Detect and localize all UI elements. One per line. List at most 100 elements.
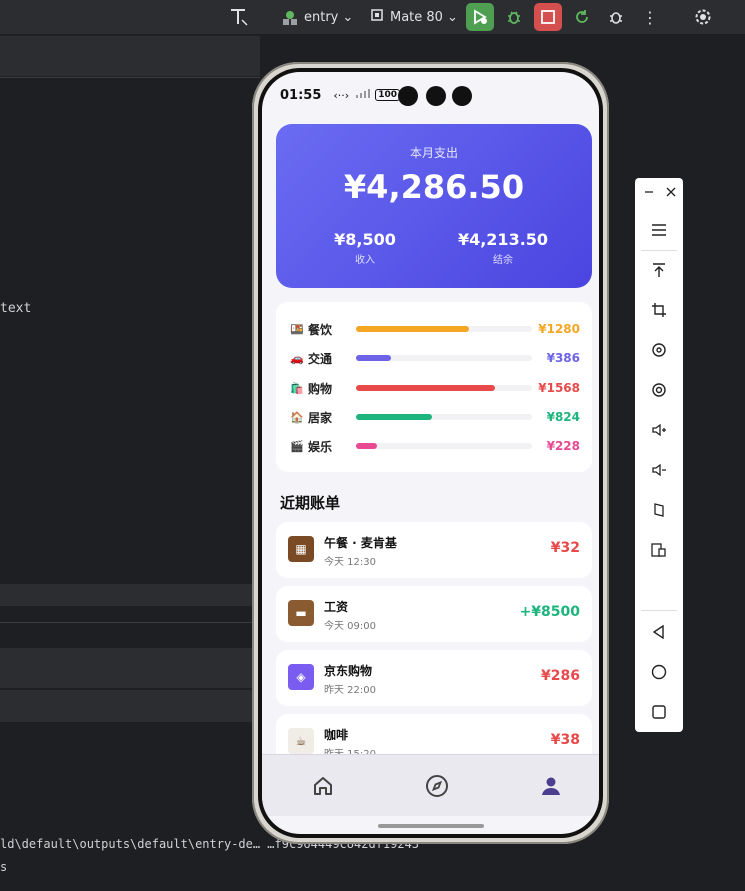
- stop-button[interactable]: [534, 3, 562, 31]
- category-name: 购物: [308, 381, 333, 396]
- house-icon: 🏠: [290, 410, 304, 424]
- bill-amount: ¥32: [550, 540, 580, 556]
- back-triangle-icon[interactable]: [647, 620, 671, 644]
- ide-toolbar: entry ⌄ Mate 80 ⌄ ⋮: [0, 0, 745, 34]
- shopping-bags-icon: ◈: [288, 664, 314, 690]
- bill-amount: +¥8500: [519, 604, 580, 620]
- multi-device-icon[interactable]: [647, 538, 671, 562]
- compass-icon: [426, 775, 448, 797]
- category-row[interactable]: 🎬 娱乐 ¥228: [290, 436, 580, 456]
- recents-square-icon[interactable]: [647, 700, 671, 724]
- rotate-right-icon[interactable]: [647, 378, 671, 402]
- menu-icon[interactable]: [647, 218, 671, 242]
- tab-home[interactable]: [310, 773, 336, 799]
- ide-panel-bar: [0, 584, 260, 606]
- settings-gear-icon[interactable]: [689, 3, 717, 31]
- bill-time: 今天 09:00: [324, 621, 376, 632]
- text-tool-icon[interactable]: [228, 0, 250, 34]
- category-row[interactable]: 🍱 餐饮 ¥1280: [290, 319, 580, 339]
- device-label: Mate 80: [390, 9, 443, 25]
- balance-value: ¥4,213.50: [457, 230, 549, 249]
- module-selector[interactable]: entry ⌄: [282, 0, 353, 34]
- home-indicator[interactable]: [378, 824, 484, 828]
- phone-bezel: 01:55 ‹··› 100 本月支出 ¥4,286.50 ¥8,500 收入 …: [258, 68, 603, 838]
- volume-up-icon[interactable]: [647, 418, 671, 442]
- category-progress-fill: [356, 414, 432, 420]
- bill-item[interactable]: ◈ 京东购物 昨天 22:00 ¥286: [276, 650, 592, 706]
- clapperboard-icon: 🎬: [290, 439, 304, 453]
- home-circle-icon[interactable]: [647, 660, 671, 684]
- phone-emulator-frame: 01:55 ‹··› 100 本月支出 ¥4,286.50 ¥8,500 收入 …: [252, 62, 609, 844]
- category-progress-fill: [356, 355, 392, 361]
- signal-icon: [355, 87, 371, 103]
- chevron-down-icon: ⌄: [342, 9, 354, 25]
- category-name: 餐饮: [308, 322, 333, 337]
- chevron-down-icon: ⌄: [446, 9, 458, 25]
- pin-top-icon[interactable]: [647, 258, 671, 282]
- attach-debugger-icon[interactable]: [602, 3, 630, 31]
- income-label: 收入: [355, 255, 375, 266]
- network-icon: ‹··›: [333, 88, 350, 102]
- bill-amount: ¥286: [541, 668, 580, 684]
- category-amount: ¥228: [546, 439, 580, 453]
- category-breakdown-card: 🍱 餐饮 ¥1280 🚗 交通 ¥386 🛍️ 购物 ¥1568 🏠 居家 ¥8…: [276, 302, 592, 472]
- car-icon: 🚗: [290, 351, 304, 365]
- close-icon[interactable]: [661, 182, 681, 202]
- category-progress-track: [356, 385, 532, 391]
- monthly-expense-amount: ¥4,286.50: [343, 168, 525, 206]
- category-progress-fill: [356, 443, 378, 449]
- battery-icon: 100: [375, 89, 400, 101]
- camera-cutout: [452, 86, 472, 106]
- device-selector[interactable]: Mate 80 ⌄: [370, 0, 458, 34]
- tab-discover[interactable]: [424, 773, 450, 799]
- code-text-fragment: text: [0, 301, 32, 316]
- category-progress-track: [356, 355, 532, 361]
- run-button[interactable]: [466, 3, 494, 31]
- module-icon: [282, 10, 298, 25]
- ide-panel-bar: [0, 690, 260, 722]
- income-value: ¥8,500: [334, 230, 396, 249]
- category-row[interactable]: 🛍️ 购物 ¥1568: [290, 378, 580, 398]
- camera-cutout: [398, 86, 418, 106]
- category-amount: ¥386: [546, 351, 580, 365]
- category-row[interactable]: 🚗 交通 ¥386: [290, 348, 580, 368]
- bill-item[interactable]: ▬ 工资 今天 09:00 +¥8500: [276, 586, 592, 642]
- bill-time: 今天 12:30: [324, 557, 376, 568]
- phone-screen: 01:55 ‹··› 100 本月支出 ¥4,286.50 ¥8,500 收入 …: [262, 72, 599, 834]
- tab-profile[interactable]: [538, 773, 564, 799]
- recent-bills-title: 近期账单: [280, 494, 341, 512]
- minimize-icon[interactable]: [639, 182, 659, 202]
- balance-stat: ¥4,213.50 结余: [438, 230, 568, 266]
- bill-title: 午餐 · 麦肯基: [324, 536, 397, 550]
- more-options-icon[interactable]: ⋮: [636, 3, 664, 31]
- divider: [0, 622, 260, 623]
- bill-item[interactable]: ▦ 午餐 · 麦肯基 今天 12:30 ¥32: [276, 522, 592, 578]
- category-amount: ¥824: [546, 410, 580, 424]
- volume-down-icon[interactable]: [647, 458, 671, 482]
- rotate-left-icon[interactable]: [647, 338, 671, 362]
- emulator-side-toolbar: [635, 178, 683, 732]
- camera-cutout: [426, 86, 446, 106]
- category-name: 居家: [308, 410, 333, 425]
- fold-device-icon[interactable]: [647, 498, 671, 522]
- bill-title: 工资: [324, 600, 349, 614]
- monthly-summary-card: 本月支出 ¥4,286.50 ¥8,500 收入 ¥4,213.50 结余: [276, 124, 592, 288]
- category-name: 娱乐: [308, 439, 333, 454]
- category-amount: ¥1568: [538, 381, 580, 395]
- balance-label: 结余: [493, 255, 513, 266]
- coffee-cup-icon: ☕: [288, 728, 314, 754]
- hero-label: 本月支出: [409, 146, 458, 160]
- bill-amount: ¥38: [550, 732, 580, 748]
- rerun-icon[interactable]: [568, 3, 596, 31]
- category-row[interactable]: 🏠 居家 ¥824: [290, 407, 580, 427]
- debug-icon[interactable]: [500, 3, 528, 31]
- build-output-line: s: [0, 860, 8, 874]
- bill-title: 咖啡: [324, 728, 349, 742]
- ide-panel-bar: [0, 648, 260, 688]
- divider: [641, 610, 677, 611]
- category-progress-track: [356, 443, 532, 449]
- crop-screenshot-icon[interactable]: [647, 298, 671, 322]
- income-stat: ¥8,500 收入: [300, 230, 430, 266]
- ide-panel-header: [0, 36, 260, 76]
- category-progress-track: [356, 326, 532, 332]
